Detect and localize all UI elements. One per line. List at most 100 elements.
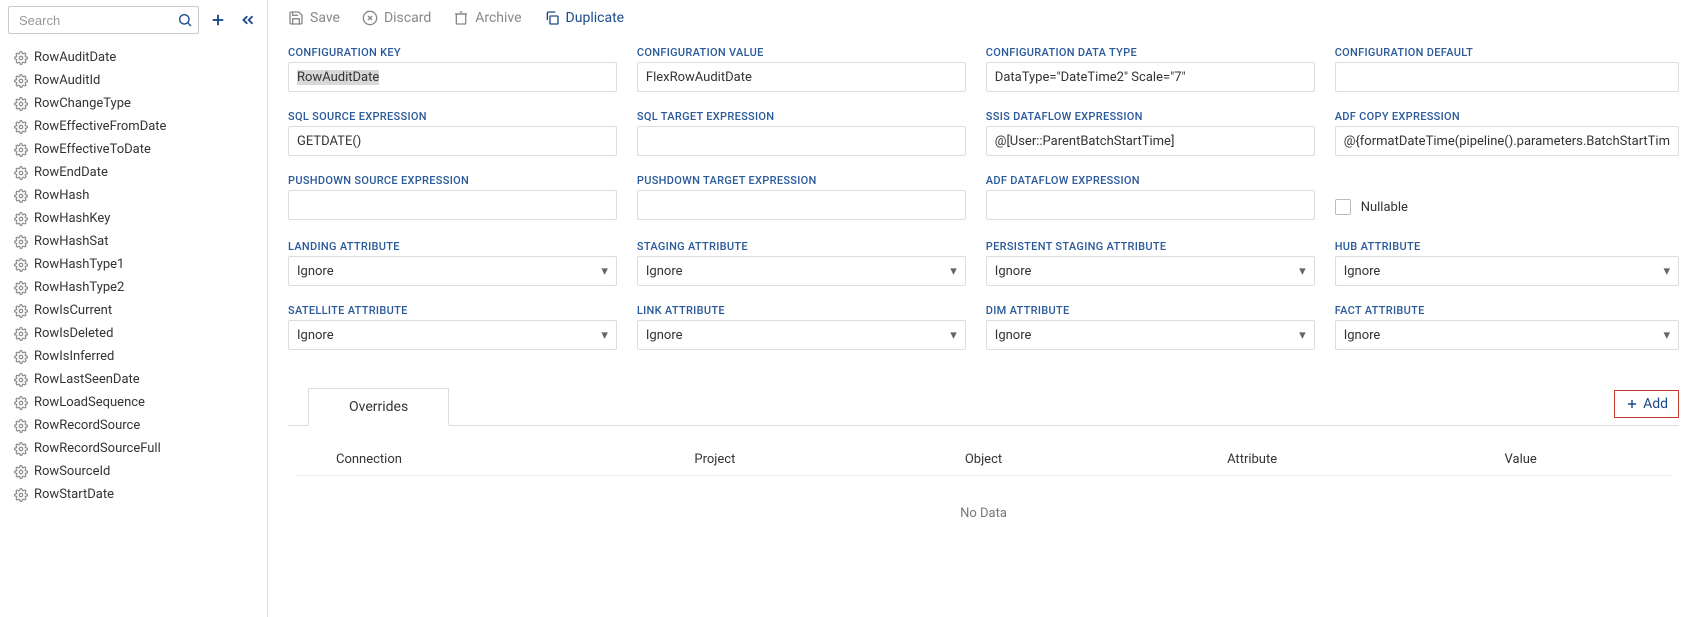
gear-icon (14, 465, 28, 479)
sidebar-item-rowsourceid[interactable]: RowSourceId (0, 460, 267, 483)
sidebar-item-rowenddate[interactable]: RowEndDate (0, 161, 267, 184)
sidebar-item-rowisdeleted[interactable]: RowIsDeleted (0, 322, 267, 345)
label-staging: STAGING ATTRIBUTE (637, 240, 966, 253)
select-staging[interactable]: Ignore ▾ (637, 256, 966, 286)
label-config-value: CONFIGURATION VALUE (637, 46, 966, 59)
col-object: Object (849, 452, 1118, 467)
gear-icon (14, 97, 28, 111)
label-pushdown-tgt: PUSHDOWN TARGET EXPRESSION (637, 174, 966, 187)
sidebar-item-roweffectivetodate[interactable]: RowEffectiveToDate (0, 138, 267, 161)
input-pushdown-src[interactable] (288, 190, 617, 220)
input-ssis-df[interactable]: @[User::ParentBatchStartTime] (986, 126, 1315, 156)
field-dim: DIM ATTRIBUTE Ignore ▾ (986, 304, 1315, 350)
field-pushdown-tgt: PUSHDOWN TARGET EXPRESSION (637, 174, 966, 222)
nullable-checkbox[interactable] (1335, 199, 1351, 215)
duplicate-label: Duplicate (566, 10, 625, 26)
search-input[interactable] (8, 6, 199, 34)
field-ssis-df: SSIS DATAFLOW EXPRESSION @[User::ParentB… (986, 110, 1315, 156)
chevron-down-icon: ▾ (1299, 328, 1306, 343)
sidebar-item-rowrecordsource[interactable]: RowRecordSource (0, 414, 267, 437)
save-button[interactable]: Save (288, 10, 340, 26)
sidebar-item-rowauditid[interactable]: RowAuditId (0, 69, 267, 92)
add-override-button[interactable]: Add (1614, 390, 1679, 418)
select-fact-value: Ignore (1344, 328, 1381, 343)
chevron-down-icon: ▾ (950, 328, 957, 343)
gear-icon (14, 419, 28, 433)
select-satellite[interactable]: Ignore ▾ (288, 320, 617, 350)
col-project: Project (581, 452, 850, 467)
sidebar-item-label: RowRecordSourceFull (34, 441, 161, 456)
gear-icon (14, 212, 28, 226)
sidebar-item-rowhashsat[interactable]: RowHashSat (0, 230, 267, 253)
label-config-type: CONFIGURATION DATA TYPE (986, 46, 1315, 59)
sidebar-item-label: RowHashKey (34, 211, 110, 226)
input-config-key[interactable]: RowAuditDate (288, 62, 617, 92)
input-sql-target[interactable] (637, 126, 966, 156)
select-staging-value: Ignore (646, 264, 683, 279)
duplicate-button[interactable]: Duplicate (544, 10, 625, 26)
sidebar-items: RowAuditDateRowAuditId RowChangeType RowEf… (0, 40, 267, 617)
sidebar-item-label: RowHashType2 (34, 280, 124, 295)
select-landing-value: Ignore (297, 264, 334, 279)
select-hub[interactable]: Ignore ▾ (1335, 256, 1679, 286)
gear-icon (14, 304, 28, 318)
select-pstaging[interactable]: Ignore ▾ (986, 256, 1315, 286)
sidebar-item-rowrecordsourcefull[interactable]: RowRecordSourceFull (0, 437, 267, 460)
archive-button[interactable]: Archive (453, 10, 521, 26)
gear-icon (14, 488, 28, 502)
sidebar-item-rowiscurrent[interactable]: RowIsCurrent (0, 299, 267, 322)
sidebar-item-rowhash[interactable]: RowHash (0, 184, 267, 207)
select-dim[interactable]: Ignore ▾ (986, 320, 1315, 350)
field-staging: STAGING ATTRIBUTE Ignore ▾ (637, 240, 966, 286)
input-pushdown-tgt[interactable] (637, 190, 966, 220)
select-link[interactable]: Ignore ▾ (637, 320, 966, 350)
sidebar-item-rowloadsequence[interactable]: RowLoadSequence (0, 391, 267, 414)
select-satellite-value: Ignore (297, 328, 334, 343)
no-data-text: No Data (296, 476, 1671, 551)
col-value: Value (1386, 452, 1655, 467)
sidebar-item-label: RowHashSat (34, 234, 108, 249)
sidebar-item-label: RowLastSeenDate (34, 372, 140, 387)
input-config-default[interactable] (1335, 62, 1679, 92)
field-pstaging: PERSISTENT STAGING ATTRIBUTE Ignore ▾ (986, 240, 1315, 286)
sidebar-item-rowstartdate[interactable]: RowStartDate (0, 483, 267, 506)
sidebar-item-rowhashtype2[interactable]: RowHashType2 (0, 276, 267, 299)
sidebar-item-label: RowHash (34, 188, 89, 203)
sidebar-item-rowauditdate[interactable]: RowAuditDate (0, 46, 267, 69)
gear-icon (14, 373, 28, 387)
sidebar-item-roweffectivefromdate[interactable]: RowEffectiveFromDate (0, 115, 267, 138)
sidebar-item-rowlastseendate[interactable]: RowLastSeenDate (0, 368, 267, 391)
label-link: LINK ATTRIBUTE (637, 304, 966, 317)
gear-icon (14, 166, 28, 180)
select-pstaging-value: Ignore (995, 264, 1032, 279)
select-link-value: Ignore (646, 328, 683, 343)
field-fact: FACT ATTRIBUTE Ignore ▾ (1335, 304, 1679, 350)
field-landing: LANDING ATTRIBUTE Ignore ▾ (288, 240, 617, 286)
tab-overrides[interactable]: Overrides (308, 388, 449, 426)
sidebar-item-rowhashkey[interactable]: RowHashKey (0, 207, 267, 230)
field-sql-source: SQL SOURCE EXPRESSION GETDATE() (288, 110, 617, 156)
label-sql-source: SQL SOURCE EXPRESSION (288, 110, 617, 123)
select-fact[interactable]: Ignore ▾ (1335, 320, 1679, 350)
sidebar-item-rowchangetype[interactable]: RowChangeType (0, 92, 267, 115)
collapse-button[interactable] (237, 9, 259, 31)
sidebar-item-rowhashtype1[interactable]: RowHashType1 (0, 253, 267, 276)
chevron-down-icon: ▾ (1299, 264, 1306, 279)
input-config-type[interactable]: DataType="DateTime2" Scale="7" (986, 62, 1315, 92)
input-adf-copy[interactable]: @{formatDateTime(pipeline().parameters.B… (1335, 126, 1679, 156)
sidebar-item-label: RowChangeType (34, 96, 131, 111)
sidebar-item-label: RowEffectiveToDate (34, 142, 151, 157)
main: Save Discard Archive Duplicate CONFIGURA… (268, 0, 1699, 617)
input-adf-df[interactable] (986, 190, 1315, 220)
select-landing[interactable]: Ignore ▾ (288, 256, 617, 286)
field-link: LINK ATTRIBUTE Ignore ▾ (637, 304, 966, 350)
input-sql-source[interactable]: GETDATE() (288, 126, 617, 156)
sidebar-item-label: RowIsCurrent (34, 303, 112, 318)
add-button[interactable] (207, 9, 229, 31)
field-pushdown-src: PUSHDOWN SOURCE EXPRESSION (288, 174, 617, 222)
input-config-value[interactable]: FlexRowAuditDate (637, 62, 966, 92)
gear-icon (14, 120, 28, 134)
sidebar-item-rowisinferred[interactable]: RowIsInferred (0, 345, 267, 368)
discard-button[interactable]: Discard (362, 10, 431, 26)
gear-icon (14, 235, 28, 249)
